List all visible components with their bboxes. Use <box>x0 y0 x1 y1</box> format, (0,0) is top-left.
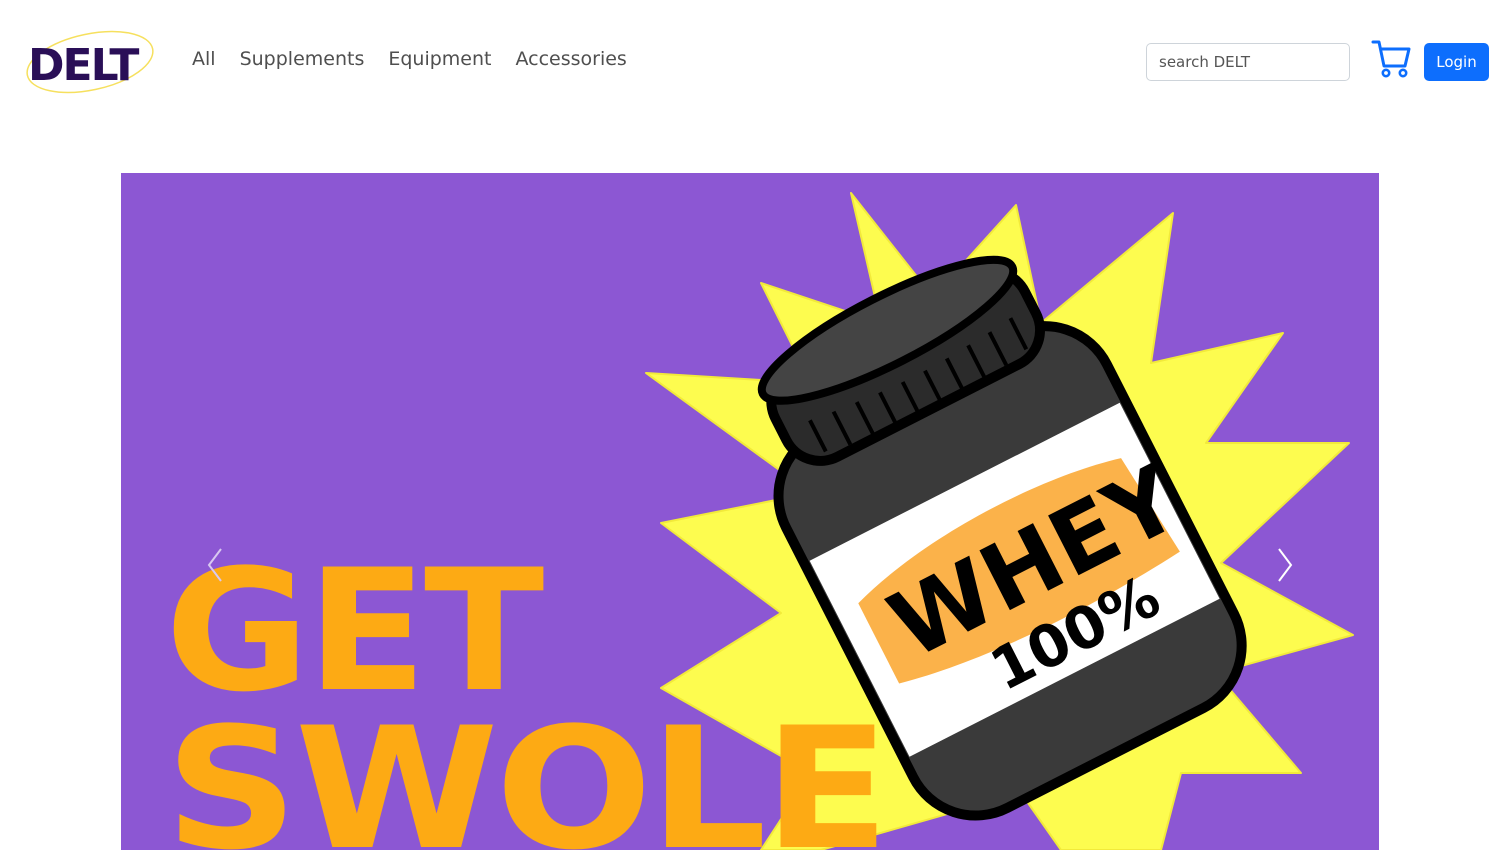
login-button[interactable]: Login <box>1424 43 1489 81</box>
nav-accessories[interactable]: Accessories <box>507 44 626 74</box>
search-input[interactable] <box>1146 43 1350 81</box>
navbar: DELT All Supplements Equipment Accessori… <box>0 0 1500 125</box>
hero-carousel: WHEY 100% GET SWOLE <box>121 173 1379 850</box>
nav-equipment[interactable]: Equipment <box>380 44 491 74</box>
logo[interactable]: DELT <box>24 22 158 102</box>
hero-headline-line-2: SWOLE <box>165 691 890 850</box>
logo-text: DELT <box>28 40 139 91</box>
chevron-left-icon[interactable] <box>201 545 231 585</box>
nav-all[interactable]: All <box>184 44 216 74</box>
nav-supplements[interactable]: Supplements <box>232 44 365 74</box>
shopping-cart-icon[interactable] <box>1370 38 1412 80</box>
chevron-right-icon[interactable] <box>1269 545 1299 585</box>
main-nav: All Supplements Equipment Accessories <box>184 44 627 74</box>
